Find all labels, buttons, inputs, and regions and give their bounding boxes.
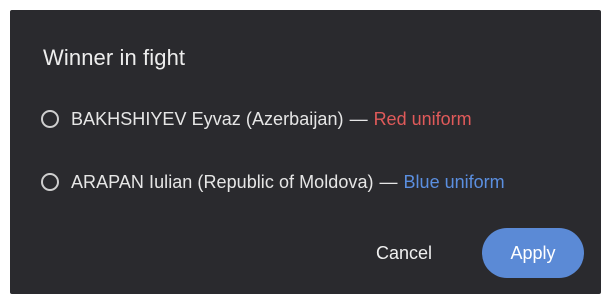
apply-button[interactable]: Apply xyxy=(482,228,584,278)
uniform-label-red: Red uniform xyxy=(373,108,472,129)
winner-dialog: Winner in fight BAKHSHIYEV Eyvaz (Azerba… xyxy=(10,10,601,294)
radio-button-unselected-icon[interactable] xyxy=(41,110,59,128)
fighter-name-red: BAKHSHIYEV Eyvaz (Azerbaijan) xyxy=(71,108,344,129)
cancel-button[interactable]: Cancel xyxy=(366,236,442,270)
uniform-label-blue: Blue uniform xyxy=(403,171,505,192)
winner-option-red[interactable]: BAKHSHIYEV Eyvaz (Azerbaijan) — Red unif… xyxy=(41,104,472,134)
option-separator: — xyxy=(349,108,368,129)
fighter-name-blue: ARAPAN Iulian (Republic of Moldova) xyxy=(71,171,374,192)
option-separator: — xyxy=(379,171,398,192)
winner-option-blue[interactable]: ARAPAN Iulian (Republic of Moldova) — Bl… xyxy=(41,167,505,197)
radio-button-unselected-icon[interactable] xyxy=(41,173,59,191)
dialog-title: Winner in fight xyxy=(43,45,186,70)
